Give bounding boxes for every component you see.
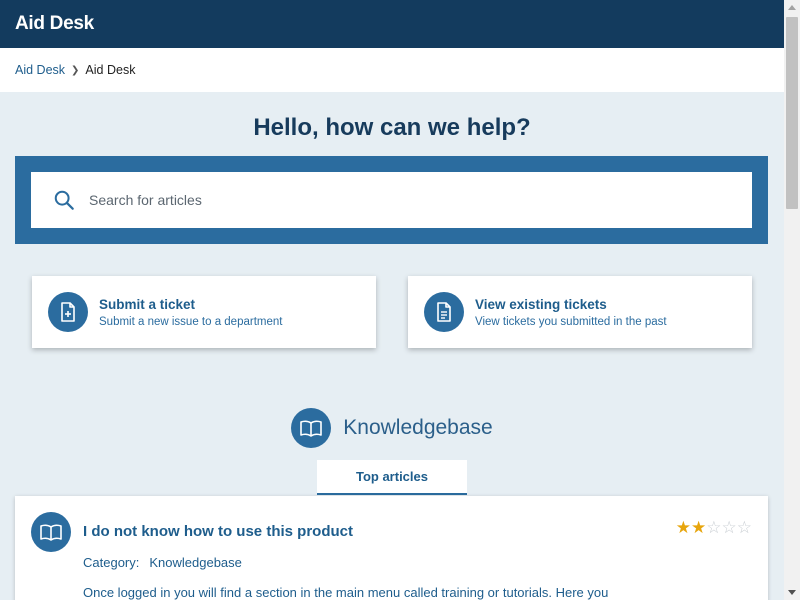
breadcrumb-link-home[interactable]: Aid Desk [15, 63, 65, 77]
top-header: Aid Desk [0, 0, 784, 48]
category-label: Category: [83, 555, 140, 570]
breadcrumb-current: Aid Desk [85, 63, 136, 77]
knowledgebase-title[interactable]: Knowledgebase [343, 416, 492, 440]
scroll-down-arrow-icon[interactable] [788, 590, 796, 595]
view-tickets-title: View existing tickets [475, 296, 607, 312]
tab-top-articles[interactable]: Top articles [317, 460, 467, 495]
scrollbar-thumb[interactable] [786, 17, 798, 209]
view-tickets-card[interactable]: View existing tickets View tickets you s… [408, 276, 752, 348]
star-empty-icon: ☆ [721, 518, 737, 537]
search-icon [54, 190, 74, 210]
view-tickets-text: View existing tickets View tickets you s… [475, 297, 667, 328]
star-filled-icon: ★ [691, 518, 707, 537]
file-plus-icon [48, 292, 88, 332]
star-rating: ★★☆☆☆ [676, 518, 752, 538]
page-title: Hello, how can we help? [253, 114, 531, 141]
star-filled-icon: ★ [675, 518, 691, 537]
category-value[interactable]: Knowledgebase [149, 555, 242, 570]
star-empty-icon: ☆ [706, 518, 722, 537]
open-book-icon [31, 512, 71, 552]
submit-ticket-title: Submit a ticket [99, 296, 196, 312]
scroll-up-arrow-icon[interactable] [788, 5, 796, 10]
article-card[interactable]: I do not know how to use this product ★★… [15, 496, 768, 600]
vertical-scrollbar[interactable] [784, 0, 800, 600]
chevron-right-icon: ❯ [71, 64, 80, 76]
search-box[interactable] [31, 172, 752, 228]
article-category: Category: Knowledgebase [83, 555, 242, 570]
knowledgebase-heading: Knowledgebase [0, 408, 784, 448]
breadcrumb: Aid Desk ❯ Aid Desk [0, 48, 784, 92]
search-band [15, 156, 768, 244]
star-empty-icon: ☆ [736, 518, 752, 537]
app: Aid Desk Aid Desk ❯ Aid Desk Hello, how … [0, 0, 784, 600]
article-excerpt: Once logged in you will find a section i… [83, 585, 609, 600]
article-title[interactable]: I do not know how to use this product [83, 523, 353, 540]
submit-ticket-text: Submit a ticket Submit a new issue to a … [99, 297, 282, 328]
file-text-icon [424, 292, 464, 332]
search-input[interactable] [89, 192, 689, 208]
submit-ticket-card[interactable]: Submit a ticket Submit a new issue to a … [32, 276, 376, 348]
submit-ticket-subtitle: Submit a new issue to a department [99, 315, 283, 328]
view-tickets-subtitle: View tickets you submitted in the past [475, 315, 667, 328]
app-title[interactable]: Aid Desk [15, 13, 94, 35]
open-book-icon [291, 408, 332, 448]
